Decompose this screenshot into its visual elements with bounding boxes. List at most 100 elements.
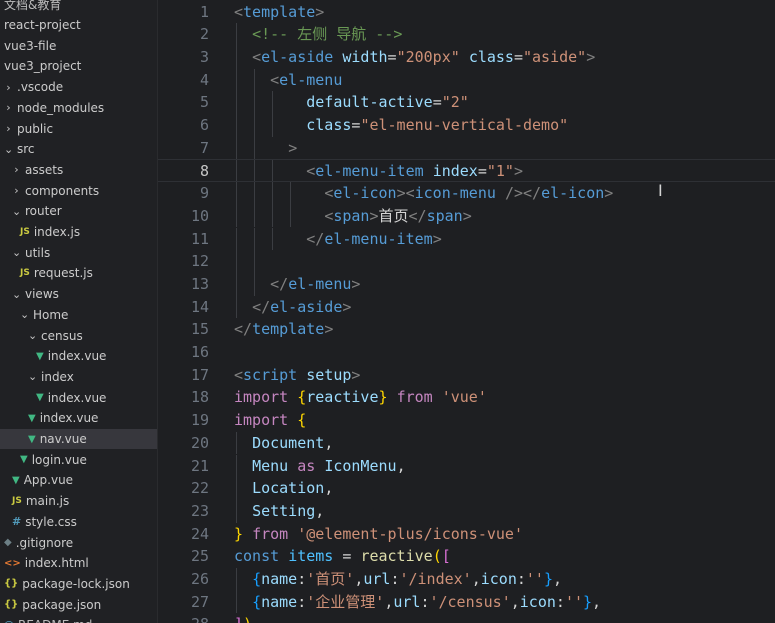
explorer-item[interactable]: {} package-lock.json — [0, 574, 157, 595]
code-line[interactable]: 20 Document, — [158, 431, 775, 455]
explorer-item[interactable]: ⌄ src — [0, 139, 157, 160]
code-line[interactable]: 25 const items = reactive([ — [158, 545, 775, 568]
code-line[interactable]: 14 </el-aside> — [158, 295, 775, 319]
explorer-item[interactable]: ⌄ utils — [0, 242, 157, 263]
explorer-item[interactable]: {} package.json — [0, 594, 157, 615]
explorer-item[interactable]: ⌄ index — [0, 367, 157, 388]
explorer-item[interactable]: vue3_project — [0, 56, 157, 77]
explorer-item[interactable]: react-project — [0, 15, 157, 36]
code-line[interactable]: 2 <!-- 左侧 导航 --> — [158, 23, 775, 46]
code-text: <el-menu — [234, 69, 342, 92]
code-token: el-aside — [261, 47, 334, 66]
code-token: > — [342, 297, 352, 316]
code-line[interactable]: 19 import { — [158, 409, 775, 432]
explorer-item[interactable]: JS main.js — [0, 491, 157, 512]
line-number: 27 — [190, 592, 209, 611]
explorer-item[interactable]: › public — [0, 118, 157, 139]
explorer-item[interactable]: › components — [0, 180, 157, 201]
code-line[interactable]: 27 {name:'企业管理',url:'/census',icon:''}, — [158, 590, 775, 614]
code-line[interactable]: 9 <el-icon><icon-menu /></el-icon> — [158, 182, 775, 205]
code-line[interactable]: 28]) — [158, 613, 775, 623]
code-line[interactable]: 26 {name:'首页',url:'/index',icon:''}, — [158, 568, 775, 591]
code-line[interactable]: 24} from '@element-plus/icons-vue' — [158, 523, 775, 546]
code-line[interactable]: 16 — [158, 341, 775, 364]
indent-guide — [254, 250, 256, 273]
explorer-item-label: README.md — [18, 618, 92, 623]
explorer-item[interactable]: › .vscode — [0, 77, 157, 98]
code-line[interactable]: 6 class="el-menu-vertical-demo" — [158, 114, 775, 137]
explorer-item[interactable]: JS index.js — [0, 222, 157, 243]
explorer-item-label: node_modules — [17, 100, 105, 115]
code-token: items — [288, 547, 334, 566]
code-line[interactable]: 12 — [158, 250, 775, 273]
code-line[interactable]: 13 </el-menu> — [158, 272, 775, 296]
line-number: 13 — [190, 274, 209, 293]
explorer-item[interactable]: ⌄ Home — [0, 305, 157, 326]
explorer-item[interactable]: vue3-file — [0, 35, 157, 56]
code-token: < — [324, 184, 334, 203]
code-line[interactable]: 11 </el-menu-item> — [158, 227, 775, 251]
explorer-item[interactable]: ▼ index.vue — [0, 408, 157, 429]
explorer-item-label: index.vue — [47, 390, 107, 405]
explorer-item[interactable]: ▼ nav.vue — [0, 428, 157, 450]
line-number: 7 — [199, 138, 209, 157]
code-token: , — [324, 433, 334, 452]
line-number: 22 — [190, 479, 209, 498]
vue-file-icon: ▼ — [12, 474, 20, 486]
explorer-item[interactable]: › assets — [0, 160, 157, 181]
explorer-item[interactable]: ⌄ census — [0, 325, 157, 346]
code-line[interactable]: 23 Setting, — [158, 499, 775, 523]
line-number: 21 — [190, 456, 209, 475]
line-number: 25 — [190, 547, 209, 566]
explorer-item[interactable]: ▼ index.vue — [0, 387, 157, 408]
explorer-item[interactable]: ▼ login.vue — [0, 449, 157, 470]
code-line[interactable]: 17 <script setup> — [158, 364, 775, 387]
code-token: > — [351, 365, 361, 384]
code-text: Document, — [234, 432, 333, 455]
code-line[interactable]: 22 Location, — [158, 477, 775, 500]
code-line[interactable]: 3 <el-aside width="200px" class="aside"> — [158, 45, 775, 69]
code-editor[interactable]: 1 <template> 2 <!-- 左侧 导航 --> 3 <el-aside w… — [158, 0, 775, 623]
code-token: Location — [252, 479, 325, 498]
explorer-item[interactable]: ⌄ router — [0, 201, 157, 222]
css-file-icon: # — [12, 515, 22, 529]
explorer-item[interactable]: ⓘ README.md — [0, 615, 157, 623]
explorer-item-label: .gitignore — [15, 535, 74, 550]
code-text: <el-menu-item index="1"> — [234, 160, 523, 183]
code-token: } — [583, 592, 593, 611]
explorer-item[interactable]: ▼ App.vue — [0, 470, 157, 491]
code-line[interactable]: 7 > — [158, 136, 775, 160]
code-line[interactable]: 10 <span>首页</span> — [158, 204, 775, 228]
explorer-item[interactable]: ▼ index.vue — [0, 346, 157, 367]
code-line[interactable]: 5 default-active="2" — [158, 91, 775, 114]
code-token: </ — [252, 297, 271, 316]
explorer-item[interactable]: JS request.js — [0, 263, 157, 284]
code-line[interactable]: 4 <el-menu — [158, 68, 775, 92]
code-text: </template> — [234, 318, 333, 341]
code-token: ) — [243, 615, 252, 623]
code-line[interactable]: 1 <template> — [158, 1, 775, 24]
code-token: </ — [270, 274, 289, 293]
code-line[interactable]: 21 Menu as IconMenu, — [158, 454, 775, 478]
explorer-item[interactable]: ⌄ views — [0, 284, 157, 305]
code-token: > — [315, 2, 325, 21]
explorer-item[interactable]: <> index.html — [0, 553, 157, 574]
code-token: = — [477, 162, 487, 181]
code-token: default-active — [306, 93, 433, 112]
explorer-item[interactable]: ◆ .gitignore — [0, 532, 157, 553]
code-token: '@element-plus/icons-vue' — [297, 524, 523, 543]
code-line[interactable]: 15 </template> — [158, 318, 775, 341]
explorer-item[interactable]: › node_modules — [0, 98, 157, 119]
explorer-item[interactable]: 文档&教育 — [0, 0, 157, 15]
code-token: import — [234, 388, 289, 407]
code-token: el-menu — [288, 274, 352, 293]
code-token: '/census' — [429, 592, 511, 611]
code-token: 'vue' — [441, 388, 487, 407]
code-line[interactable]: 18 import {reactive} from 'vue' — [158, 386, 775, 409]
explorer-item[interactable]: # style.css — [0, 512, 157, 533]
code-line[interactable]: 8 <el-menu-item index="1"> — [158, 159, 775, 183]
